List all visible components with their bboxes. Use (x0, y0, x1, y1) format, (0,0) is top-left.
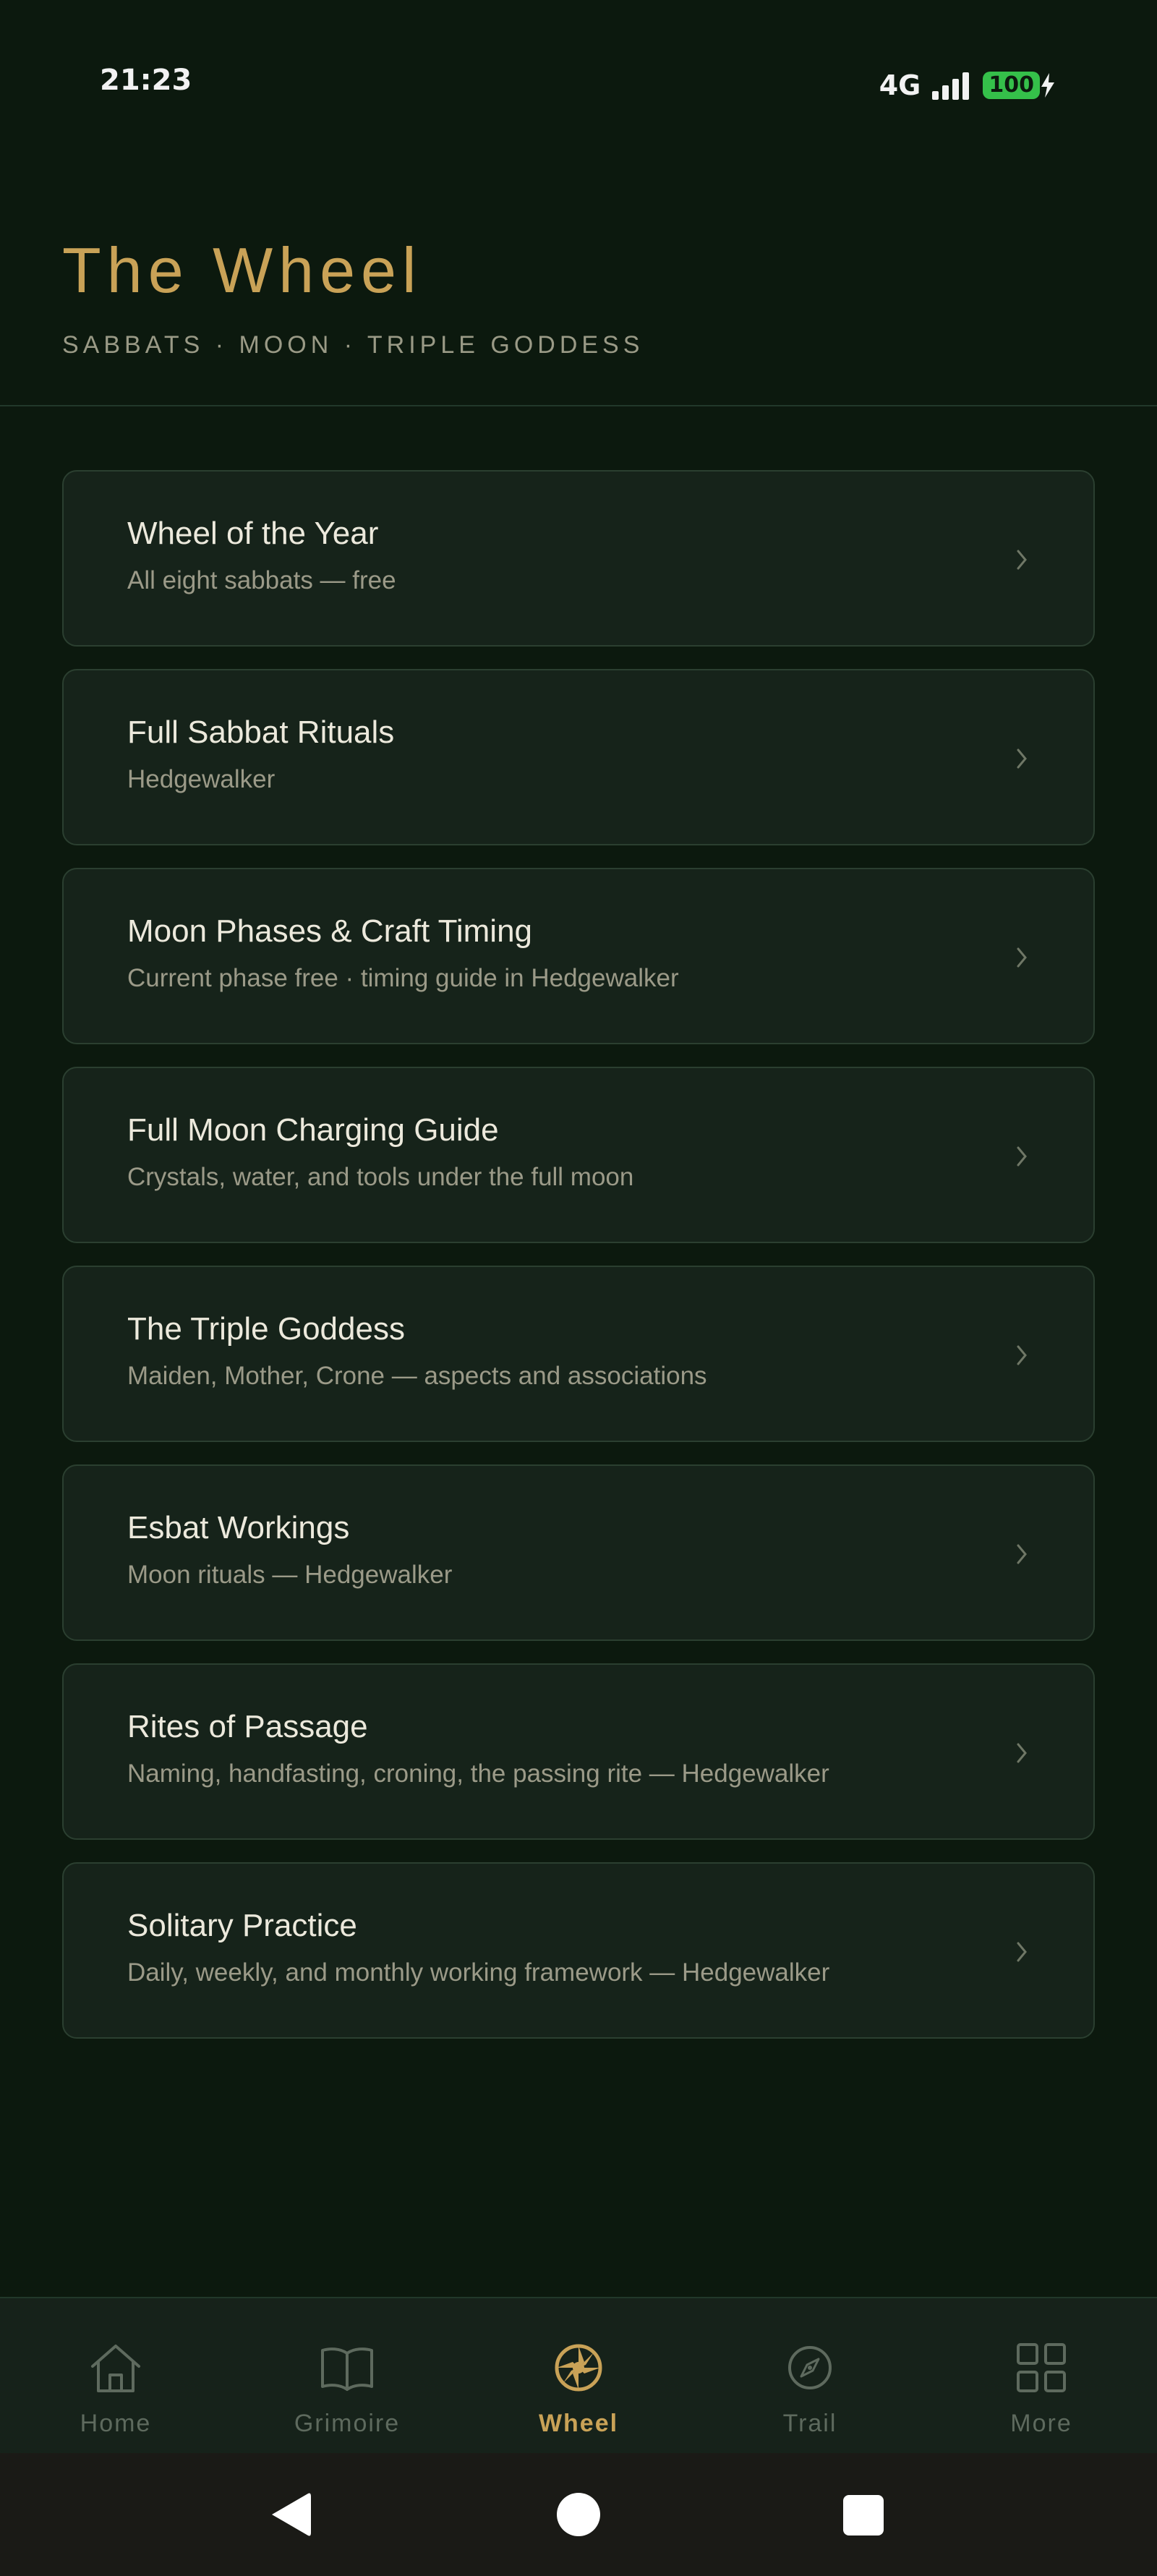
nav-label: Trail (782, 2410, 837, 2437)
charging-bolt-icon (1041, 73, 1054, 98)
menu-item-subtitle: Crystals, water, and tools under the ful… (127, 1163, 634, 1191)
menu-item-triple-goddess[interactable]: The Triple Goddess Maiden, Mother, Crone… (62, 1266, 1095, 1442)
menu-item-subtitle: Daily, weekly, and monthly working frame… (127, 1958, 830, 1987)
status-indicators: 4G 100 (879, 64, 1056, 107)
menu-item-subtitle: Maiden, Mother, Crone — aspects and asso… (127, 1362, 707, 1390)
menu-item-title: Full Moon Charging Guide (127, 1112, 499, 1148)
page-subtitle: SABBATS · MOON · TRIPLE GODDESS (62, 331, 644, 359)
menu-item-subtitle: Current phase free · timing guide in Hed… (127, 964, 679, 992)
battery-level: 100 (983, 72, 1040, 99)
recents-button[interactable] (843, 2495, 884, 2536)
system-navigation-bar (0, 2453, 1157, 2576)
nav-item-more[interactable]: More (926, 2298, 1157, 2455)
nav-item-home[interactable]: Home (0, 2298, 231, 2455)
nav-item-trail[interactable]: Trail (694, 2298, 926, 2455)
menu-item-full-moon-charging[interactable]: Full Moon Charging Guide Crystals, water… (62, 1067, 1095, 1243)
bottom-navigation: Home Grimoire Wheel Trail More (0, 2297, 1157, 2455)
menu-item-solitary-practice[interactable]: Solitary Practice Daily, weekly, and mon… (62, 1862, 1095, 2039)
back-icon[interactable] (269, 2491, 312, 2538)
menu-list: Wheel of the Year All eight sabbats — fr… (62, 470, 1095, 2061)
chevron-right-icon (1017, 1544, 1027, 1564)
book-icon (321, 2347, 373, 2391)
chevron-right-icon (1017, 1345, 1027, 1365)
menu-item-moon-phases[interactable]: Moon Phases & Craft Timing Current phase… (62, 868, 1095, 1044)
compass-icon (788, 2346, 832, 2389)
chevron-right-icon (1017, 1743, 1027, 1763)
page-title: The Wheel (62, 234, 422, 306)
menu-item-title: Moon Phases & Craft Timing (127, 913, 533, 949)
nav-label: Wheel (538, 2410, 619, 2437)
nav-label: Grimoire (294, 2410, 401, 2437)
signal-icon (932, 72, 970, 100)
menu-item-wheel-of-the-year[interactable]: Wheel of the Year All eight sabbats — fr… (62, 470, 1095, 647)
menu-item-subtitle: All eight sabbats — free (127, 566, 396, 594)
menu-item-title: Wheel of the Year (127, 516, 379, 551)
menu-item-rites-of-passage[interactable]: Rites of Passage Naming, handfasting, cr… (62, 1663, 1095, 1840)
nav-item-wheel[interactable]: Wheel (463, 2298, 694, 2455)
menu-item-esbat-workings[interactable]: Esbat Workings Moon rituals — Hedgewalke… (62, 1464, 1095, 1641)
menu-item-title: Esbat Workings (127, 1510, 350, 1545)
grid-icon (1017, 2343, 1066, 2392)
battery-indicator: 100 (983, 72, 1056, 99)
menu-item-subtitle: Moon rituals — Hedgewalker (127, 1561, 453, 1589)
chevron-right-icon (1017, 1942, 1027, 1962)
chevron-right-icon (1017, 947, 1027, 968)
menu-item-subtitle: Naming, handfasting, croning, the passin… (127, 1760, 829, 1788)
menu-item-title: Solitary Practice (127, 1908, 357, 1943)
home-icon (91, 2345, 140, 2392)
network-type: 4G (879, 69, 921, 101)
chevron-right-icon (1017, 1146, 1027, 1167)
menu-item-title: The Triple Goddess (127, 1311, 405, 1347)
nav-label: Home (80, 2410, 152, 2437)
home-button[interactable] (557, 2493, 600, 2536)
chevron-right-icon (1017, 550, 1027, 570)
wheel-icon (555, 2344, 602, 2392)
status-time: 21:23 (100, 64, 192, 97)
menu-item-title: Rites of Passage (127, 1709, 368, 1744)
menu-item-title: Full Sabbat Rituals (127, 715, 395, 750)
menu-item-full-sabbat-rituals[interactable]: Full Sabbat Rituals Hedgewalker (62, 669, 1095, 845)
status-bar: 21:23 4G 100 (0, 0, 1157, 166)
chevron-right-icon (1017, 749, 1027, 769)
nav-label: More (1010, 2410, 1072, 2437)
page-header: The Wheel SABBATS · MOON · TRIPLE GODDES… (0, 166, 1157, 406)
menu-item-subtitle: Hedgewalker (127, 765, 276, 793)
nav-item-grimoire[interactable]: Grimoire (231, 2298, 463, 2455)
